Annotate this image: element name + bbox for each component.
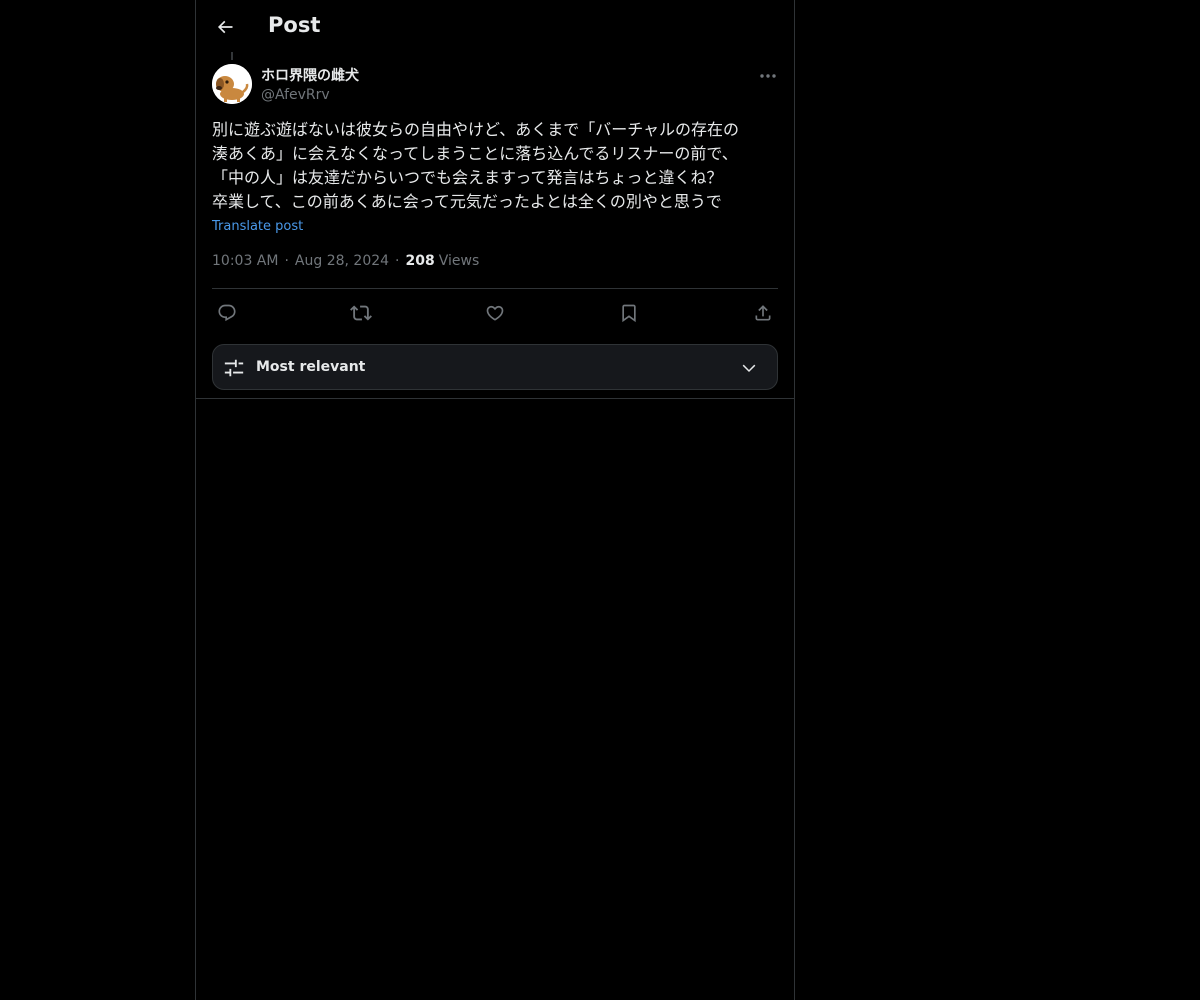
repost-button[interactable] — [346, 298, 376, 328]
views-label: Views — [438, 253, 480, 269]
replies-sort-dropdown[interactable]: Most relevant — [212, 344, 778, 390]
author-name[interactable]: ホロ界隈の雌犬 — [261, 65, 359, 85]
arrow-left-icon — [217, 20, 233, 34]
bookmark-button[interactable] — [614, 298, 644, 328]
like-button[interactable] — [480, 298, 510, 328]
more-options-button[interactable] — [756, 66, 780, 86]
repost-icon — [350, 305, 372, 321]
translate-post-link[interactable]: Translate post — [212, 219, 303, 234]
post-meta: 10:03 AM · Aug 28, 2024 · 208 Views — [212, 253, 479, 269]
post-text-line: 別に遊ぶ遊ばないは彼女らの自由やけど、あくまで「バーチャルの存在の — [212, 120, 740, 139]
meta-separator: · — [284, 253, 289, 269]
thread-connector — [231, 52, 233, 60]
avatar[interactable] — [212, 64, 252, 104]
divider — [196, 398, 794, 399]
post-time[interactable]: 10:03 AM — [212, 253, 278, 269]
views-count: 208 — [405, 253, 435, 269]
post-text-line: 卒業して、この前あくあに会って元気だったよとは全くの別やと思うで — [212, 192, 722, 211]
post-text: 別に遊ぶ遊ばないは彼女らの自由やけど、あくまで「バーチャルの存在の 湊あくあ」に… — [212, 118, 782, 214]
sort-selected-label: Most relevant — [256, 359, 366, 375]
more-horizontal-icon — [760, 74, 776, 78]
heart-icon — [486, 305, 504, 321]
dog-avatar-icon — [212, 64, 252, 104]
action-bar — [212, 298, 778, 328]
share-button[interactable] — [748, 298, 778, 328]
post-text-line: 湊あくあ」に会えなくなってしまうことに落ち込んでるリスナーの前で、 — [212, 144, 738, 163]
page-title: Post — [268, 13, 321, 37]
bookmark-icon — [622, 304, 636, 323]
main-column: Post ホロ界隈の雌犬 @AfevRrv 別に遊ぶ遊ばないは彼女らの自由やけど… — [195, 0, 795, 1000]
reply-icon — [218, 304, 236, 322]
header: Post — [196, 0, 794, 53]
author-handle[interactable]: @AfevRrv — [261, 87, 330, 103]
sliders-icon — [224, 359, 244, 377]
share-icon — [755, 305, 771, 321]
chevron-down-icon — [742, 364, 756, 373]
divider — [212, 288, 778, 289]
post-text-line: 「中の人」は友達だからいつでも会えますって発言はちょっと違くね？ — [212, 168, 723, 187]
post-date[interactable]: Aug 28, 2024 — [295, 253, 389, 269]
reply-button[interactable] — [212, 298, 242, 328]
meta-separator: · — [395, 253, 400, 269]
back-button[interactable] — [208, 10, 242, 44]
